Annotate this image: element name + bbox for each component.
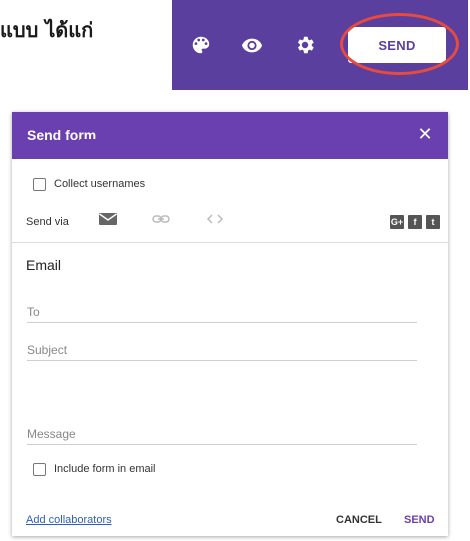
eye-icon[interactable] xyxy=(241,34,263,56)
to-field-underline xyxy=(27,322,417,323)
cancel-button[interactable]: CANCEL xyxy=(336,514,382,526)
email-icon[interactable] xyxy=(98,211,118,227)
subject-field[interactable]: Subject xyxy=(27,343,67,357)
form-toolbar: SEND xyxy=(172,0,468,90)
facebook-icon[interactable]: f xyxy=(408,215,422,229)
send-form-dialog: Send form ✕ Collect usernames Send via G… xyxy=(12,112,448,536)
include-form-checkbox[interactable] xyxy=(33,463,46,476)
add-collaborators-link[interactable]: Add collaborators xyxy=(26,514,112,526)
send-via-label: Send via xyxy=(26,216,69,228)
dialog-header: Send form ✕ xyxy=(12,112,448,159)
to-field[interactable]: To xyxy=(27,305,40,319)
close-icon[interactable]: ✕ xyxy=(414,123,436,145)
embed-icon[interactable] xyxy=(205,211,225,227)
active-tab-indicator xyxy=(80,139,136,141)
link-icon[interactable] xyxy=(151,211,171,227)
divider xyxy=(12,242,448,243)
twitter-icon[interactable]: t xyxy=(426,215,440,229)
message-field-underline xyxy=(27,444,417,445)
gear-icon[interactable] xyxy=(294,34,316,56)
thai-caption-text: แบบ ได้แก่ xyxy=(0,18,94,42)
collect-usernames-label: Collect usernames xyxy=(54,178,146,190)
google-plus-icon[interactable]: G+ xyxy=(390,215,404,229)
subject-field-underline xyxy=(27,360,417,361)
email-section-title: Email xyxy=(26,257,62,273)
message-field[interactable]: Message xyxy=(27,427,76,441)
include-form-label: Include form in email xyxy=(54,463,156,475)
dialog-send-button[interactable]: SEND xyxy=(404,514,435,526)
send-button[interactable]: SEND xyxy=(348,27,446,63)
collect-usernames-checkbox[interactable] xyxy=(33,178,46,191)
palette-icon[interactable] xyxy=(190,34,212,56)
